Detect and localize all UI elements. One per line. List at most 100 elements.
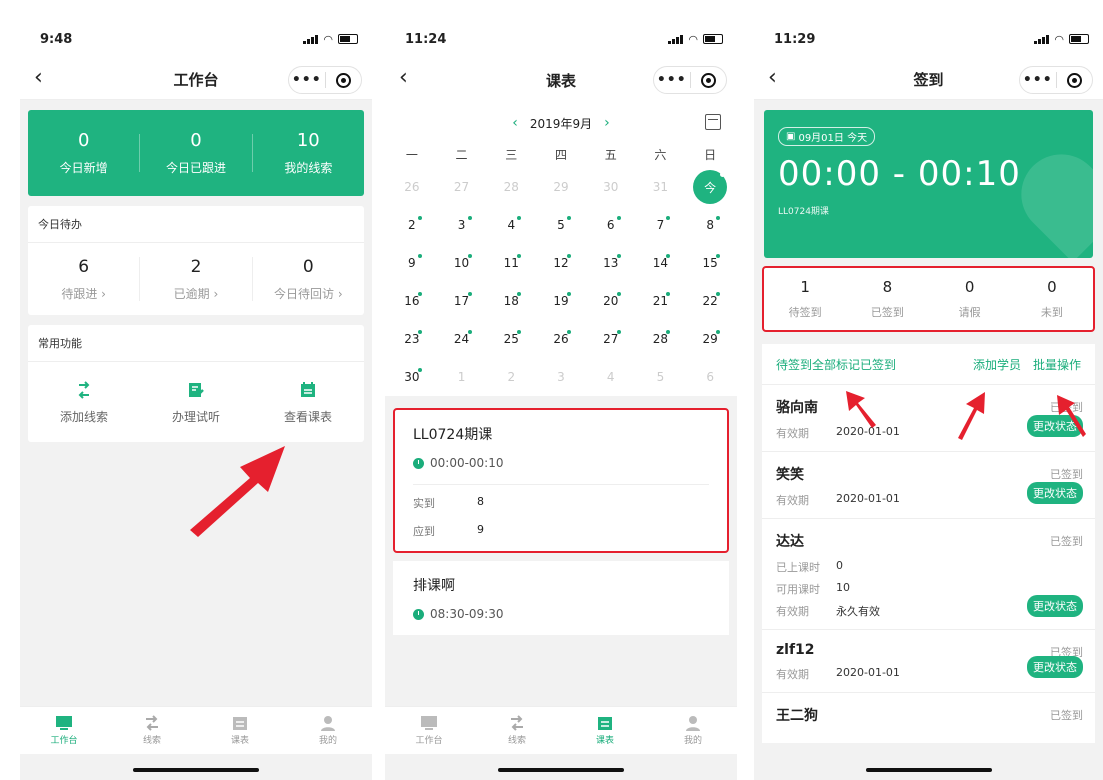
calendar-day[interactable]: 24: [437, 320, 487, 358]
tab-schedule[interactable]: 课表: [561, 707, 649, 754]
course-card-highlighted[interactable]: LL0724期课 00:00-00:10 实到 8 应到 9: [393, 408, 729, 553]
calendar-day[interactable]: 8: [685, 206, 735, 244]
calendar-day[interactable]: 13: [586, 244, 636, 282]
calendar-day[interactable]: 26: [536, 320, 586, 358]
calendar-day[interactable]: 29: [536, 168, 586, 206]
close-mini-program-icon[interactable]: [1056, 72, 1092, 88]
tab-workbench[interactable]: 工作台: [20, 707, 108, 754]
back-icon[interactable]: ‹: [34, 65, 43, 90]
calendar-day[interactable]: 28: [636, 320, 686, 358]
calendar-day[interactable]: 12: [536, 244, 586, 282]
calendar-day[interactable]: 15: [685, 244, 735, 282]
calendar-day[interactable]: 26: [387, 168, 437, 206]
calendar-day[interactable]: 20: [586, 282, 636, 320]
calendar-day[interactable]: 25: [486, 320, 536, 358]
calendar-day[interactable]: 5: [536, 206, 586, 244]
profile-icon: [684, 715, 702, 731]
calendar-day[interactable]: 2: [387, 206, 437, 244]
calendar-day[interactable]: 14: [636, 244, 686, 282]
change-status-button[interactable]: 更改状态: [1027, 415, 1083, 437]
calendar-day[interactable]: 22: [685, 282, 735, 320]
todo-overdue[interactable]: 2 已逾期 ›: [140, 243, 251, 315]
calendar-day[interactable]: 4: [586, 358, 636, 396]
course-card[interactable]: 排课啊 08:30-09:30: [393, 561, 729, 635]
tab-schedule[interactable]: 课表: [196, 707, 284, 754]
more-icon[interactable]: •••: [654, 72, 690, 88]
phone-workbench: 9:48 ◠ ‹ 工作台 ••• 0 今日新增 0 今日已跟进 10 我的线索 今日待…: [20, 18, 372, 780]
calendar-day[interactable]: 17: [437, 282, 487, 320]
calendar-day[interactable]: 30: [387, 358, 437, 396]
calendar-day[interactable]: 28: [486, 168, 536, 206]
course-actual-row: 实到 8: [413, 495, 484, 510]
todo-revisit[interactable]: 0 今日待回访 ›: [253, 243, 364, 315]
batch-operation-link[interactable]: 批量操作: [1033, 356, 1081, 373]
calendar-day[interactable]: 16: [387, 282, 437, 320]
calendar-day[interactable]: 27: [586, 320, 636, 358]
view-schedule-button[interactable]: 查看课表: [252, 362, 364, 442]
day-number: 18: [503, 294, 519, 308]
prev-month-icon[interactable]: ‹: [512, 115, 518, 131]
summary-checked[interactable]: 8 已签到: [846, 268, 928, 330]
more-icon[interactable]: •••: [289, 72, 325, 88]
close-mini-program-icon[interactable]: [325, 72, 361, 88]
stat-followed-today[interactable]: 0 今日已跟进: [140, 110, 251, 196]
change-status-button[interactable]: 更改状态: [1027, 595, 1083, 617]
calendar-day[interactable]: 3: [536, 358, 586, 396]
trial-class-button[interactable]: 办理试听: [140, 362, 252, 442]
has-class-dot: [517, 292, 522, 296]
calendar-day[interactable]: 31: [636, 168, 686, 206]
calendar-day[interactable]: 18: [486, 282, 536, 320]
day-number: 31: [652, 180, 669, 194]
calendar-day[interactable]: 23: [387, 320, 437, 358]
calendar-day[interactable]: 19: [536, 282, 586, 320]
calendar-day[interactable]: 6: [586, 206, 636, 244]
calendar-day[interactable]: 4: [486, 206, 536, 244]
course-name: 排课啊: [413, 578, 455, 594]
calendar-picker-icon[interactable]: [705, 114, 721, 130]
stat-my-leads[interactable]: 10 我的线索: [253, 110, 364, 196]
calendar-day[interactable]: 11: [486, 244, 536, 282]
calendar-day[interactable]: 30: [586, 168, 636, 206]
day-number: 29: [702, 332, 718, 346]
tab-leads[interactable]: 线索: [473, 707, 561, 754]
summary-absent[interactable]: 0 未到: [1011, 268, 1093, 330]
calendar-day[interactable]: 今: [685, 168, 735, 206]
calendar-day[interactable]: 5: [636, 358, 686, 396]
current-month: 2019年9月: [529, 116, 593, 131]
next-month-icon[interactable]: ›: [604, 115, 610, 131]
calendar-day[interactable]: 29: [685, 320, 735, 358]
summary-leave[interactable]: 0 请假: [929, 268, 1011, 330]
calendar-day[interactable]: 27: [437, 168, 487, 206]
status-bar: 11:24 ◠: [385, 18, 737, 60]
calendar-day[interactable]: 3: [437, 206, 487, 244]
calendar-day[interactable]: 7: [636, 206, 686, 244]
tab-profile[interactable]: 我的: [649, 707, 737, 754]
add-student-link[interactable]: 添加学员: [973, 356, 1021, 373]
change-status-button[interactable]: 更改状态: [1027, 656, 1083, 678]
calendar-day[interactable]: 2: [486, 358, 536, 396]
back-icon[interactable]: ‹: [399, 65, 408, 90]
mark-all-checked-link[interactable]: 待签到全部标记已签到: [776, 356, 896, 373]
summary-pending[interactable]: 1 待签到: [764, 268, 846, 330]
calendar-day[interactable]: 9: [387, 244, 437, 282]
calendar-day[interactable]: 21: [636, 282, 686, 320]
calendar-day[interactable]: 10: [437, 244, 487, 282]
back-icon[interactable]: ‹: [768, 65, 777, 90]
close-mini-program-icon[interactable]: [690, 72, 726, 88]
more-icon[interactable]: •••: [1020, 72, 1056, 88]
student-list: 待签到全部标记已签到 添加学员 批量操作 骆向南 已签到 有效期 2020-01-01…: [762, 344, 1095, 743]
todo-pending[interactable]: 6 待跟进 ›: [28, 243, 139, 315]
day-number: 30: [404, 370, 420, 384]
tab-workbench[interactable]: 工作台: [385, 707, 473, 754]
stat-new-today[interactable]: 0 今日新增: [28, 110, 139, 196]
tab-profile[interactable]: 我的: [284, 707, 372, 754]
day-number: 2: [507, 370, 516, 384]
day-number: 7: [656, 218, 665, 232]
weekday-label: 六: [654, 147, 667, 162]
calendar-day[interactable]: 6: [685, 358, 735, 396]
calendar-day[interactable]: 1: [437, 358, 487, 396]
tab-leads[interactable]: 线索: [108, 707, 196, 754]
change-status-button[interactable]: 更改状态: [1027, 482, 1083, 504]
student-row: 骆向南 已签到 有效期 2020-01-01 更改状态: [762, 384, 1095, 451]
add-lead-button[interactable]: 添加线索: [28, 362, 140, 442]
